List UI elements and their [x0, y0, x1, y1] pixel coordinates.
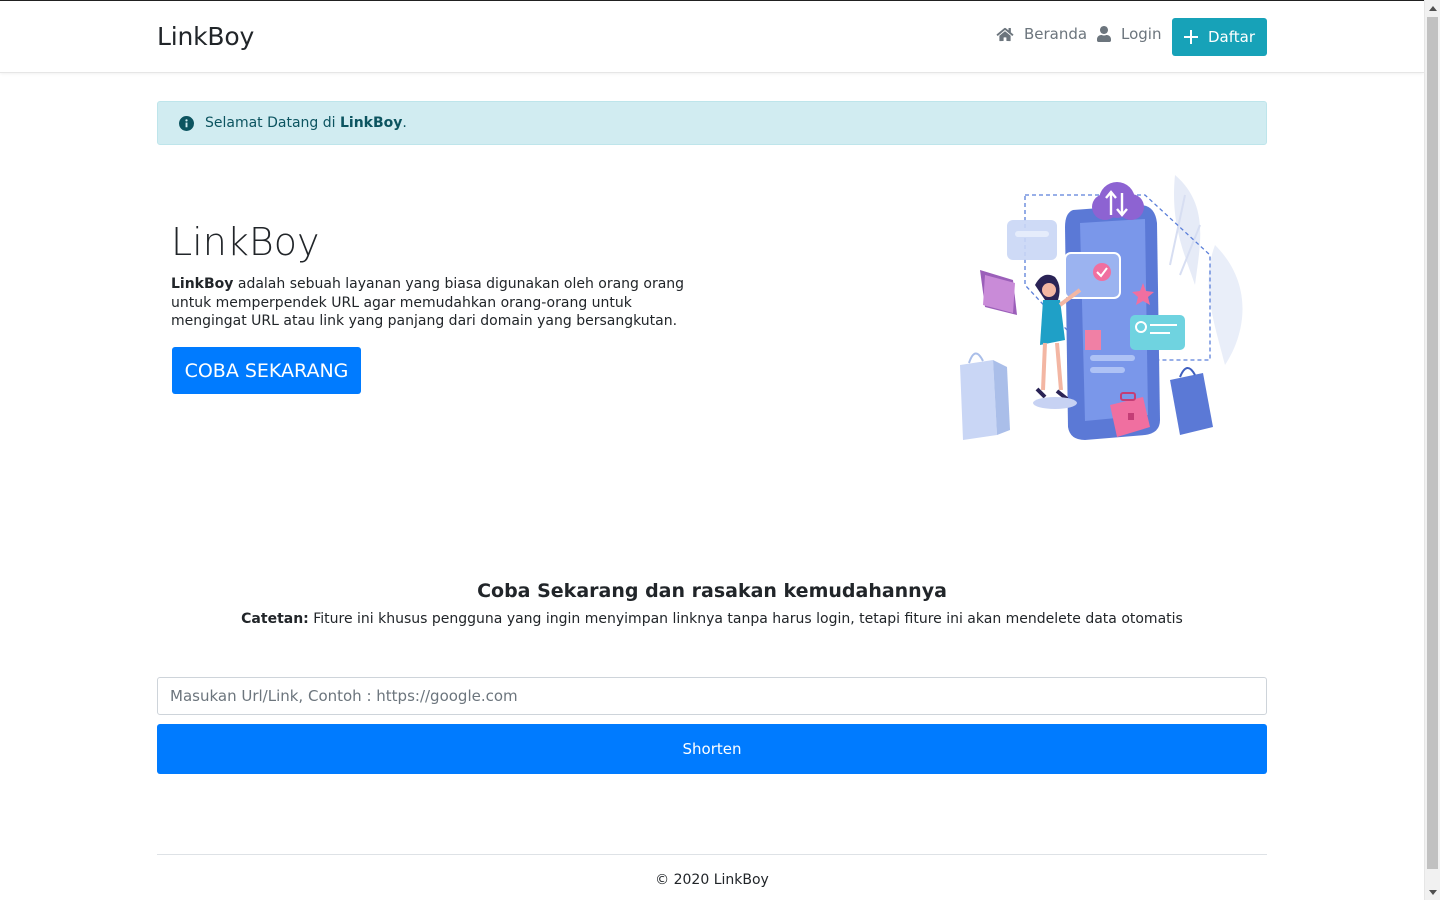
- footer-copyright: © 2020 LinkBoy: [655, 872, 769, 888]
- nav-link-beranda[interactable]: Beranda: [996, 25, 1087, 43]
- shorten-section-title: Coba Sekarang dan rasakan kemudahannya: [477, 580, 947, 602]
- page-viewport: LinkBoy Beranda Login Daftar Selamat Dat…: [0, 0, 1424, 900]
- url-input[interactable]: [157, 677, 1267, 715]
- hero-illustration: [960, 175, 1243, 440]
- welcome-alert: Selamat Datang di LinkBoy.: [157, 101, 1267, 145]
- footer-divider: [157, 854, 1267, 855]
- navbar: LinkBoy Beranda Login Daftar: [0, 1, 1424, 73]
- scroll-down-arrow-icon[interactable]: [1425, 884, 1440, 900]
- scroll-up-arrow-icon[interactable]: [1425, 0, 1440, 16]
- hero-description: LinkBoy adalah sebuah layanan yang biasa…: [171, 276, 685, 329]
- hero-description-brand: LinkBoy: [171, 276, 234, 292]
- plus-icon: [1184, 30, 1198, 44]
- register-button[interactable]: Daftar: [1172, 18, 1267, 56]
- user-icon: [1097, 26, 1111, 42]
- nav-link-login[interactable]: Login: [1097, 25, 1161, 43]
- nav-link-beranda-label: Beranda: [1024, 25, 1088, 43]
- scrollbar-thumb[interactable]: [1427, 17, 1438, 869]
- try-now-button[interactable]: COBA SEKARANG: [172, 347, 361, 394]
- vertical-scrollbar[interactable]: [1424, 0, 1440, 900]
- alert-text: Selamat Datang di LinkBoy.: [205, 115, 407, 131]
- hero-title: LinkBoy: [171, 220, 320, 264]
- note-label: Catetan:: [241, 611, 309, 627]
- home-icon: [996, 27, 1014, 41]
- info-circle-icon: [179, 115, 194, 131]
- register-button-label: Daftar: [1208, 28, 1255, 46]
- shorten-section-note: Catetan: Fiture ini khusus pengguna yang…: [241, 611, 1183, 627]
- alert-brand: LinkBoy: [340, 115, 403, 131]
- nav-link-login-label: Login: [1121, 25, 1162, 43]
- navbar-brand[interactable]: LinkBoy: [157, 22, 254, 51]
- shorten-button[interactable]: Shorten: [157, 724, 1267, 774]
